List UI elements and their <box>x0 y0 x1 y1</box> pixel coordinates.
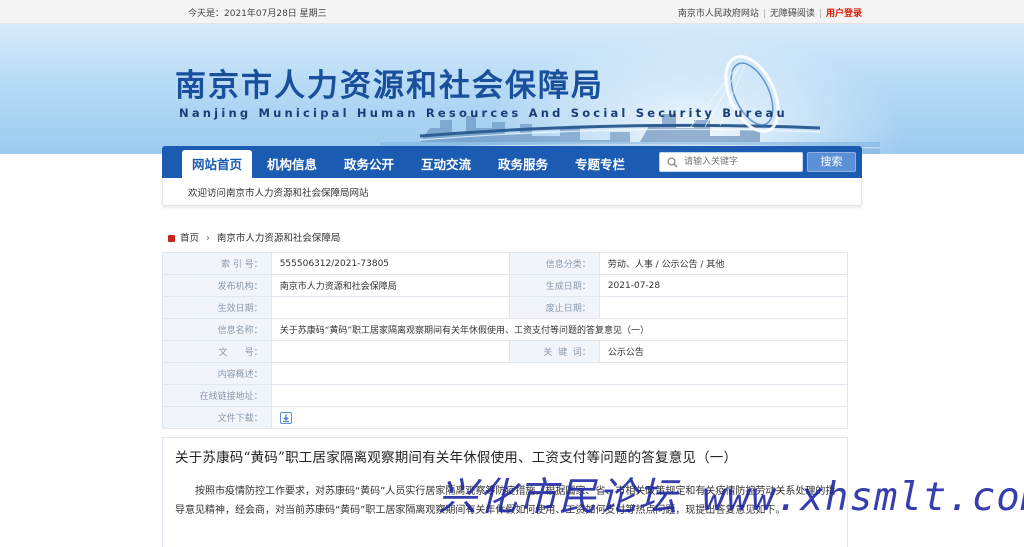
file-download-label: 文件下载： <box>162 406 272 429</box>
table-row: 发布机构： 南京市人力资源和社会保障局 生成日期： 2021-07-28 <box>162 274 849 297</box>
welcome-bar: 欢迎访问南京市人力资源和社会保障局网站 <box>162 178 862 206</box>
nav-item-organization[interactable]: 机构信息 <box>267 154 317 173</box>
download-icon[interactable] <box>279 411 292 424</box>
file-download-cell <box>270 406 849 429</box>
index-label: 索 引 号： <box>162 252 272 275</box>
breadcrumb: 首页 › 南京市人力资源和社会保障局 <box>168 230 340 244</box>
welcome-text: 欢迎访问南京市人力资源和社会保障局网站 <box>188 188 369 199</box>
nav-item-gov-affairs[interactable]: 政务公开 <box>344 154 394 173</box>
separator: | <box>762 9 766 19</box>
generated-date-value: 2021-07-28 <box>598 274 849 297</box>
gov-site-link[interactable]: 南京市人民政府网站 <box>678 9 759 19</box>
nav-item-home[interactable]: 网站首页 <box>182 150 253 178</box>
current-date: 今天是：2021年07月28日 星期三 <box>188 9 327 19</box>
search-button[interactable]: 搜索 <box>807 152 856 172</box>
breadcrumb-current[interactable]: 南京市人力资源和社会保障局 <box>217 233 341 244</box>
online-link-label: 在线链接地址： <box>162 384 272 407</box>
category-value: 劳动、人事 / 公示公告 / 其他 <box>598 252 849 275</box>
site-banner: 南京市人力资源和社会保障局 Nanjing Municipal Human Re… <box>0 24 1024 154</box>
search-box <box>659 152 803 172</box>
breadcrumb-home[interactable]: 首页 <box>180 233 199 244</box>
info-name-label: 信息名称： <box>162 318 272 341</box>
site-title: 南京市人力资源和社会保障局 <box>175 68 604 104</box>
overview-value <box>270 362 849 385</box>
site-subtitle: Nanjing Municipal Human Resources And So… <box>179 106 788 120</box>
search-input[interactable] <box>684 155 800 169</box>
info-name-value: 关于苏康码“黄码”职工居家隔离观察期间有关年休假使用、工资支付等问题的答复意见（… <box>270 318 849 341</box>
article-panel: 关于苏康码“黄码”职工居家隔离观察期间有关年休假使用、工资支付等问题的答复意见（… <box>162 437 848 547</box>
chevron-right-icon: › <box>206 233 210 244</box>
table-row: 文 号： 关 键 词： 公示公告 <box>162 340 849 363</box>
keyword-label: 关 键 词： <box>508 340 600 363</box>
article-paragraph: 按照市疫情防控工作要求，对苏康码“黄码”人员实行居家隔离观察等防疫措施。根据国家… <box>175 486 836 516</box>
top-links: 南京市人民政府网站 | 无障碍阅读 | 用户登录 <box>678 6 862 19</box>
nav-item-topics[interactable]: 专题专栏 <box>575 154 625 173</box>
overview-label: 内容概述： <box>162 362 272 385</box>
top-bar: 今天是：2021年07月28日 星期三 南京市人民政府网站 | 无障碍阅读 | 用户登录 <box>0 0 1024 24</box>
table-row: 内容概述： <box>162 362 849 385</box>
article-title: 关于苏康码“黄码”职工居家隔离观察期间有关年休假使用、工资支付等问题的答复意见（… <box>175 450 738 466</box>
home-icon <box>168 234 175 242</box>
table-row: 信息名称： 关于苏康码“黄码”职工居家隔离观察期间有关年休假使用、工资支付等问题… <box>162 318 849 341</box>
table-row: 在线链接地址： <box>162 384 849 407</box>
document-info-table: 索 引 号： 555506312/2021-73805 信息分类： 劳动、人事 … <box>162 252 849 429</box>
table-row: 生效日期： 废止日期： <box>162 296 849 319</box>
category-label: 信息分类： <box>508 252 600 275</box>
main-nav: 网站首页 机构信息 政务公开 互动交流 政务服务 专题专栏 搜索 <box>162 146 862 178</box>
table-row: 文件下载： <box>162 406 849 429</box>
doc-number-value <box>270 340 510 363</box>
expiry-date-label: 废止日期： <box>508 296 600 319</box>
publisher-label: 发布机构： <box>162 274 272 297</box>
keyword-value: 公示公告 <box>598 340 849 363</box>
nav-item-interaction[interactable]: 互动交流 <box>421 154 471 173</box>
expiry-date-value <box>598 296 849 319</box>
nav-item-services[interactable]: 政务服务 <box>498 154 548 173</box>
effective-date-value <box>270 296 510 319</box>
effective-date-label: 生效日期： <box>162 296 272 319</box>
index-value: 555506312/2021-73805 <box>270 252 510 275</box>
user-login-link[interactable]: 用户登录 <box>826 9 862 19</box>
table-row: 索 引 号： 555506312/2021-73805 信息分类： 劳动、人事 … <box>162 252 849 275</box>
accessible-reading-link[interactable]: 无障碍阅读 <box>770 9 815 19</box>
article-body: 按照市疫情防控工作要求，对苏康码“黄码”人员实行居家隔离观察等防疫措施。根据国家… <box>175 482 837 520</box>
separator: | <box>818 9 822 19</box>
publisher-value: 南京市人力资源和社会保障局 <box>270 274 510 297</box>
search-icon <box>667 157 678 168</box>
generated-date-label: 生成日期： <box>508 274 600 297</box>
online-link-value <box>270 384 849 407</box>
doc-number-label: 文 号： <box>162 340 272 363</box>
